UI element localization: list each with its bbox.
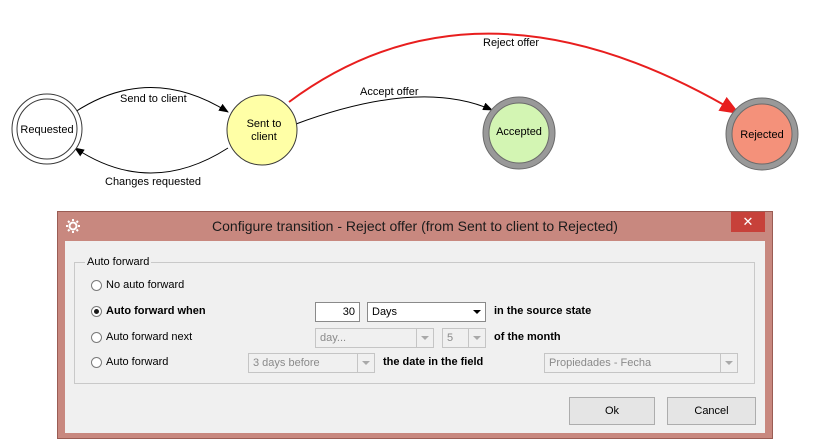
chevron-down-icon: [720, 354, 737, 372]
state-sent-to-client[interactable]: Sent to client: [226, 94, 298, 166]
label-of-the-month: of the month: [494, 331, 561, 343]
label-auto-forward-next[interactable]: Auto forward next: [106, 331, 192, 343]
configure-transition-dialog: Configure transition - Reject offer (fro…: [57, 211, 773, 439]
chevron-down-icon: [469, 303, 485, 321]
label-changes-requested: Changes requested: [105, 176, 201, 188]
month-day-value: 5: [447, 332, 454, 344]
label-reject-offer: Reject offer: [483, 37, 539, 49]
state-requested[interactable]: Requested: [11, 93, 83, 165]
ok-button[interactable]: Ok: [569, 397, 655, 425]
label-accept-offer: Accept offer: [360, 86, 419, 98]
radio-auto-forward-next[interactable]: [91, 332, 102, 343]
date-field-value: Propiedades - Fecha: [549, 357, 652, 369]
dialog-body: Auto forward No auto forward Auto forwar…: [65, 241, 765, 433]
radio-no-auto-forward[interactable]: [91, 280, 102, 291]
time-unit-value: Days: [372, 306, 398, 318]
state-requested-label: Requested: [20, 124, 73, 136]
radio-auto-forward-when[interactable]: [91, 306, 102, 317]
chevron-down-icon: [357, 354, 374, 372]
cancel-button[interactable]: Cancel: [667, 397, 756, 425]
time-unit-select[interactable]: Days: [367, 302, 486, 322]
state-rejected-label: Rejected: [740, 129, 783, 141]
edge-accept-offer[interactable]: [295, 96, 493, 125]
chevron-down-icon: [468, 329, 485, 347]
day-select[interactable]: day...: [315, 328, 434, 348]
workflow-diagram: Send to client Changes requested Accept …: [11, 32, 799, 188]
label-in-source-state: in the source state: [494, 305, 592, 317]
label-send-to-client: Send to client: [120, 93, 187, 105]
date-offset-select[interactable]: 3 days before: [248, 353, 375, 373]
auto-forward-group-label: Auto forward: [85, 256, 152, 268]
label-no-auto-forward[interactable]: No auto forward: [106, 279, 184, 291]
dialog-titlebar[interactable]: Configure transition - Reject offer (fro…: [58, 212, 772, 240]
close-icon: ✕: [742, 214, 754, 229]
month-day-select[interactable]: 5: [442, 328, 486, 348]
state-sent-label-line1: Sent to: [247, 118, 282, 130]
edge-changes-requested[interactable]: [74, 147, 229, 174]
date-field-select[interactable]: Propiedades - Fecha: [544, 353, 738, 373]
days-count-input[interactable]: 30: [315, 302, 360, 322]
state-accepted[interactable]: Accepted: [482, 96, 556, 170]
state-sent-label-line2: client: [251, 131, 277, 143]
day-select-value: day...: [320, 332, 347, 344]
chevron-down-icon: [416, 329, 433, 347]
label-auto-forward-field[interactable]: Auto forward: [106, 356, 168, 368]
radio-auto-forward-field[interactable]: [91, 357, 102, 368]
label-date-in-field: the date in the field: [383, 356, 484, 368]
date-offset-value: 3 days before: [253, 357, 320, 369]
dialog-title: Configure transition - Reject offer (fro…: [212, 218, 618, 234]
state-rejected[interactable]: Rejected: [725, 97, 799, 171]
label-auto-forward-when[interactable]: Auto forward when: [106, 305, 206, 317]
close-button[interactable]: ✕: [731, 212, 765, 232]
state-accepted-label: Accepted: [496, 126, 542, 138]
